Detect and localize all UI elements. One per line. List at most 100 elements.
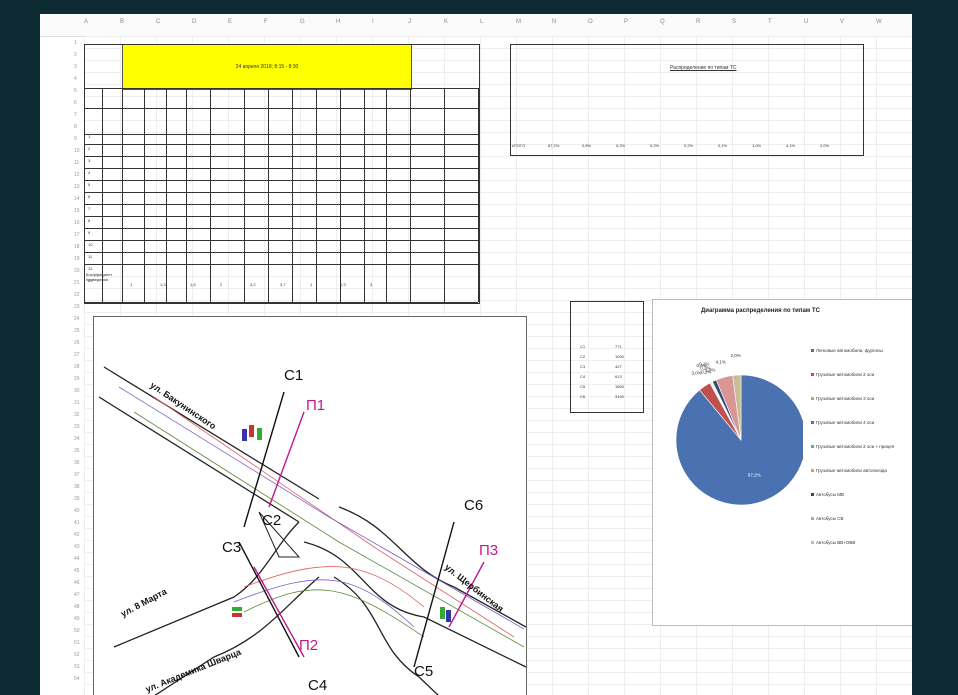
column-letter-t[interactable]: T	[768, 19, 772, 25]
row-number[interactable]: 38	[74, 484, 80, 490]
table-col-line	[210, 88, 211, 302]
column-letter-a[interactable]: A	[84, 19, 88, 25]
column-letter-m[interactable]: M	[516, 19, 521, 25]
summary-row-value: 1000	[615, 354, 624, 359]
row-number[interactable]: 19	[74, 256, 80, 262]
legend-entry: Грузовые автомобили 2 оси	[811, 372, 874, 377]
legend-label: Легковые автомобили, фургоны	[816, 348, 883, 353]
column-letter-i[interactable]: I	[372, 19, 374, 25]
legend-swatch	[811, 541, 814, 545]
row-number[interactable]: 44	[74, 556, 80, 562]
row-number[interactable]: 16	[74, 220, 80, 226]
row-number[interactable]: 9	[74, 136, 77, 142]
row-number[interactable]: 53	[74, 664, 80, 670]
row-number[interactable]: 21	[74, 280, 80, 286]
column-letter-p[interactable]: P	[624, 19, 628, 25]
row-number[interactable]: 18	[74, 244, 80, 250]
column-letter-q[interactable]: Q	[660, 19, 665, 25]
row-number[interactable]: 37	[74, 472, 80, 478]
row-number[interactable]: 30	[74, 388, 80, 394]
table-col-line	[386, 88, 387, 302]
column-letter-w[interactable]: W	[876, 19, 882, 25]
row-number[interactable]: 34	[74, 436, 80, 442]
column-letter-f[interactable]: F	[264, 19, 268, 25]
row-number[interactable]: 31	[74, 400, 80, 406]
row-number[interactable]: 28	[74, 364, 80, 370]
column-letter-k[interactable]: K	[444, 19, 448, 25]
column-letter-e[interactable]: E	[228, 19, 232, 25]
column-letter-s[interactable]: S	[732, 19, 736, 25]
row-number[interactable]: 29	[74, 376, 80, 382]
row-number[interactable]: 6	[74, 100, 77, 106]
section-label-c5: С5	[414, 663, 434, 680]
row-number[interactable]: 20	[74, 268, 80, 274]
column-letter-u[interactable]: U	[804, 19, 808, 25]
column-letter-b[interactable]: B	[120, 19, 124, 25]
row-number[interactable]: 39	[74, 496, 80, 502]
row-number[interactable]: 10	[74, 148, 80, 154]
row-number[interactable]: 42	[74, 532, 80, 538]
section-label-c6: С6	[464, 497, 484, 514]
row-number[interactable]: 26	[74, 340, 80, 346]
legend-entry: Грузовые автомобили автопоезда	[811, 468, 887, 473]
spreadsheet-sheet[interactable]: ABCDEFGHIJKLMNOPQRSTUVWX 123456789101112…	[40, 14, 912, 695]
row-number[interactable]: 47	[74, 592, 80, 598]
pie-chart-frame[interactable]: Диаграмма распределения по типам ТС 87,2…	[652, 299, 912, 626]
row-number[interactable]: 14	[74, 196, 80, 202]
row-number[interactable]: 49	[74, 616, 80, 622]
column-letter-l[interactable]: L	[480, 19, 483, 25]
row-number[interactable]: 15	[74, 208, 80, 214]
row-number[interactable]: 48	[74, 604, 80, 610]
row-number[interactable]: 11	[74, 160, 79, 166]
row-number[interactable]: 22	[74, 292, 80, 298]
pie-chart-title: Диаграмма распределения по типам ТС	[701, 308, 820, 314]
row-number[interactable]: 50	[74, 628, 80, 634]
row-number[interactable]: 41	[74, 520, 80, 526]
column-letter-h[interactable]: H	[336, 19, 340, 25]
column-letter-c[interactable]: C	[156, 19, 160, 25]
column-letter-j[interactable]: J	[408, 19, 411, 25]
row-number[interactable]: 46	[74, 580, 80, 586]
table-row-label: 9	[88, 230, 91, 235]
row-number[interactable]: 45	[74, 568, 80, 574]
row-number[interactable]: 8	[74, 124, 77, 130]
table-row-label: 2	[88, 146, 91, 151]
row-number[interactable]: 2	[74, 52, 77, 58]
legend-entry: Грузовые автомобили 2 оси + прицеп	[811, 444, 894, 449]
row-number[interactable]: 24	[74, 316, 80, 322]
legend-entry: Автобусы МВ	[811, 492, 844, 497]
row-number[interactable]: 12	[74, 172, 80, 178]
row-number[interactable]: 35	[74, 448, 80, 454]
distribution-value: 0,2%	[616, 143, 626, 148]
row-number[interactable]: 5	[74, 88, 77, 94]
row-number[interactable]: 25	[74, 328, 80, 334]
row-number[interactable]: 17	[74, 232, 80, 238]
column-letter-d[interactable]: D	[192, 19, 196, 25]
row-number[interactable]: 23	[74, 304, 80, 310]
row-number[interactable]: 27	[74, 352, 80, 358]
row-number[interactable]: 33	[74, 424, 80, 430]
column-letter-n[interactable]: N	[552, 19, 556, 25]
intersection-map[interactable]: ул. Бакунинского ул. 8 Марта ул. Академи…	[93, 316, 527, 695]
legend-label: Грузовые автомобили 3 оси	[816, 396, 875, 401]
row-number[interactable]: 54	[74, 676, 80, 682]
column-letter-o[interactable]: O	[588, 19, 593, 25]
coef-value: 1	[310, 282, 313, 287]
row-number[interactable]: 51	[74, 640, 80, 646]
row-number[interactable]: 1	[74, 40, 77, 46]
column-letter-g[interactable]: G	[300, 19, 305, 25]
column-header-bar[interactable]: ABCDEFGHIJKLMNOPQRSTUVWX	[40, 14, 912, 37]
row-number[interactable]: 7	[74, 112, 77, 118]
distribution-value: 0,8%	[582, 143, 592, 148]
row-number[interactable]: 32	[74, 412, 80, 418]
crossing-label-p3: П3	[479, 542, 499, 559]
row-number[interactable]: 36	[74, 460, 80, 466]
column-letter-v[interactable]: V	[840, 19, 844, 25]
row-number[interactable]: 3	[74, 64, 77, 70]
row-number[interactable]: 43	[74, 544, 80, 550]
row-number[interactable]: 40	[74, 508, 80, 514]
row-number[interactable]: 13	[74, 184, 80, 190]
row-number[interactable]: 4	[74, 76, 77, 82]
column-letter-r[interactable]: R	[696, 19, 700, 25]
row-number[interactable]: 52	[74, 652, 80, 658]
